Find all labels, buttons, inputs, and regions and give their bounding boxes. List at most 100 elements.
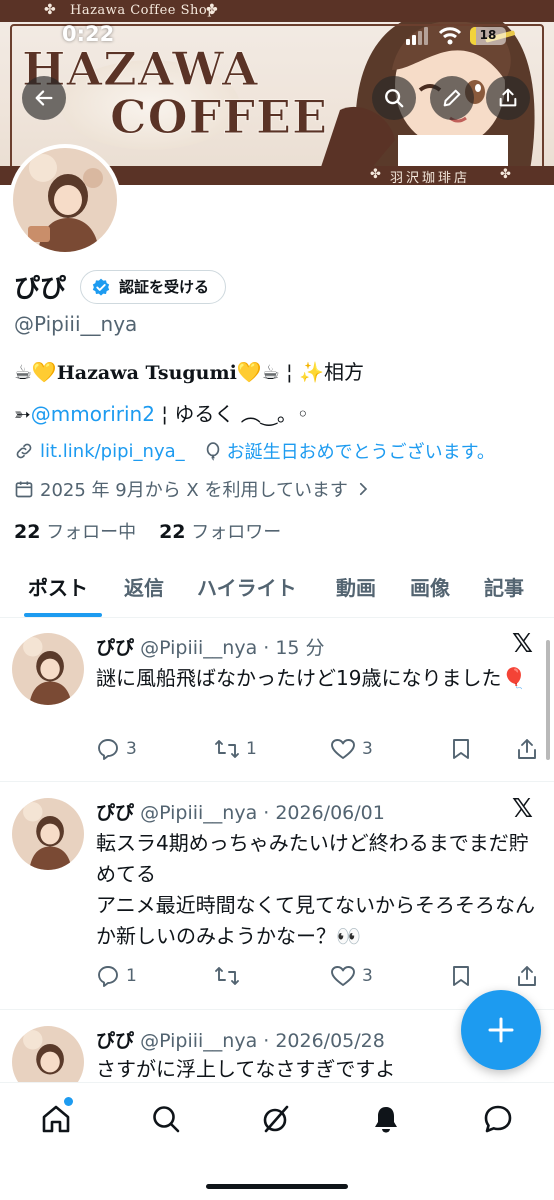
like-button[interactable]: 3 bbox=[330, 964, 373, 988]
bio-suffix: 💛☕ ¦ ✨相方 bbox=[236, 360, 365, 384]
bio-emoji-prefix: ☕💛 bbox=[14, 360, 57, 384]
clover-icon: ✤ bbox=[206, 2, 218, 18]
reply-button[interactable]: 1 bbox=[96, 964, 137, 988]
nav-search[interactable] bbox=[146, 1099, 186, 1139]
profile-name-row: ぴぴ 認証を受ける bbox=[14, 268, 227, 305]
repost-icon bbox=[215, 740, 239, 758]
share-post-button[interactable] bbox=[516, 964, 538, 988]
post-header: ぴぴ @Pipiii__nya · 2026/06/01 bbox=[96, 798, 385, 825]
heart-icon bbox=[331, 966, 355, 986]
tab-media[interactable]: 画像 bbox=[410, 572, 450, 601]
like-count: 3 bbox=[362, 739, 373, 759]
plus-icon bbox=[488, 1017, 514, 1043]
repost-button[interactable]: 1 bbox=[214, 737, 257, 761]
tab-posts[interactable]: ポスト bbox=[28, 572, 88, 601]
bookmark-icon bbox=[453, 966, 469, 986]
status-icons: 18 bbox=[406, 24, 506, 48]
verified-badge-icon bbox=[92, 278, 110, 296]
bio-arrow: ➳ bbox=[14, 402, 31, 426]
share-button[interactable] bbox=[486, 76, 530, 120]
reply-icon bbox=[98, 739, 118, 760]
post-item[interactable]: ぴぴ @Pipiii__nya · 15 分 𝕏 謎に風船飛ばなかったけど19歳… bbox=[0, 619, 554, 782]
reply-count: 1 bbox=[126, 966, 137, 986]
clover-icon: ✤ bbox=[44, 2, 56, 18]
following-label: フォロー中 bbox=[46, 522, 137, 543]
get-verified-button[interactable]: 認証を受ける bbox=[80, 269, 227, 304]
nav-grok[interactable] bbox=[256, 1099, 296, 1139]
following-count: 22 bbox=[14, 521, 41, 543]
tab-videos[interactable]: 動画 bbox=[336, 572, 376, 601]
profile-website-link[interactable]: lit.link/pipi_nya_ bbox=[40, 441, 185, 462]
banner-title-line2: COFFEE bbox=[109, 90, 329, 145]
home-indicator bbox=[206, 1184, 348, 1189]
compose-post-button[interactable] bbox=[461, 990, 541, 1070]
battery-level: 18 bbox=[479, 28, 497, 42]
back-arrow-icon bbox=[35, 90, 53, 106]
bio-character-name: Hazawa Tsugumi bbox=[56, 362, 237, 384]
reply-count: 3 bbox=[126, 739, 137, 759]
search-icon bbox=[153, 1106, 180, 1133]
post-avatar[interactable] bbox=[12, 1026, 84, 1082]
birthday-message[interactable]: お誕生日おめでとうございます。 bbox=[227, 438, 495, 464]
avatar-image bbox=[13, 148, 117, 252]
display-name: ぴぴ bbox=[14, 274, 67, 304]
post-header: ぴぴ @Pipiii__nya · 15 分 bbox=[96, 633, 325, 660]
post-avatar[interactable] bbox=[12, 798, 84, 870]
following-stat[interactable]: 22 フォロー中 bbox=[14, 521, 137, 543]
home-icon bbox=[42, 1105, 70, 1133]
notifications-icon bbox=[375, 1107, 397, 1133]
status-time: 0:22 bbox=[62, 22, 115, 46]
clover-icon: ✤ bbox=[500, 167, 511, 182]
tab-replies[interactable]: 返信 bbox=[124, 572, 164, 601]
profile-handle: @Pipiii__nya bbox=[14, 312, 138, 336]
nav-messages[interactable] bbox=[478, 1099, 518, 1139]
post-author-name[interactable]: ぴぴ bbox=[96, 802, 134, 824]
nav-notifications[interactable] bbox=[366, 1099, 406, 1139]
bio-mention-link[interactable]: @mmoririn2 bbox=[31, 402, 155, 426]
reply-icon bbox=[98, 966, 118, 987]
repost-icon bbox=[215, 967, 239, 985]
like-button[interactable]: 3 bbox=[330, 737, 373, 761]
profile-avatar[interactable] bbox=[9, 144, 121, 256]
scrollbar[interactable] bbox=[546, 640, 550, 760]
post-meta: @Pipiii__nya · 2026/06/01 bbox=[140, 802, 385, 824]
home-unread-dot bbox=[64, 1097, 73, 1106]
post-meta: @Pipiii__nya · 15 分 bbox=[140, 637, 325, 659]
tab-highlights[interactable]: ハイライト bbox=[197, 572, 297, 601]
edit-icon bbox=[443, 89, 461, 107]
repost-button[interactable] bbox=[214, 964, 246, 988]
post-text: 謎に風船飛ばなかったけど19歳になりました🎈 bbox=[96, 666, 527, 690]
post-author-name[interactable]: ぴぴ bbox=[96, 1030, 134, 1052]
search-button[interactable] bbox=[372, 76, 416, 120]
post-header: ぴぴ @Pipiii__nya · 2026/05/28 bbox=[96, 1026, 385, 1053]
banner-jp-label: 羽沢珈琲店 bbox=[390, 171, 471, 185]
calendar-icon bbox=[15, 481, 33, 498]
post-avatar[interactable] bbox=[12, 633, 84, 705]
share-post-button[interactable] bbox=[516, 737, 538, 761]
bio-line-1: ☕💛Hazawa Tsugumi💛☕ ¦ ✨相方 bbox=[14, 356, 364, 385]
post-item[interactable]: ぴぴ @Pipiii__nya · 2026/06/01 𝕏 転スラ4期めっちゃ… bbox=[0, 782, 554, 1010]
joined-row[interactable]: 2025 年 9月から X を利用しています bbox=[14, 476, 372, 502]
x-logo-icon: 𝕏 bbox=[512, 629, 533, 659]
back-button[interactable] bbox=[22, 76, 66, 120]
post-author-name[interactable]: ぴぴ bbox=[96, 637, 134, 659]
bookmark-button[interactable] bbox=[450, 964, 472, 988]
battery-indicator: 18 bbox=[470, 27, 506, 45]
wifi-icon bbox=[438, 27, 462, 45]
like-count: 3 bbox=[362, 966, 373, 986]
tab-articles[interactable]: 記事 bbox=[484, 572, 524, 601]
cellular-signal-icon bbox=[406, 27, 428, 45]
edit-button[interactable] bbox=[430, 76, 474, 120]
link-icon bbox=[16, 443, 32, 459]
share-icon bbox=[499, 88, 517, 107]
grok-icon bbox=[263, 1105, 289, 1133]
bookmark-button[interactable] bbox=[450, 737, 472, 761]
followers-stat[interactable]: 22 フォロワー bbox=[159, 521, 281, 543]
heart-icon bbox=[331, 739, 355, 759]
reply-button[interactable]: 3 bbox=[96, 737, 137, 761]
post-actions: 3 1 3 bbox=[96, 737, 546, 765]
repost-count: 1 bbox=[246, 739, 257, 759]
banner-shop-label: Hazawa Coffee Shop bbox=[70, 3, 217, 18]
bookmark-icon bbox=[453, 739, 469, 759]
x-logo-icon: 𝕏 bbox=[512, 794, 533, 824]
